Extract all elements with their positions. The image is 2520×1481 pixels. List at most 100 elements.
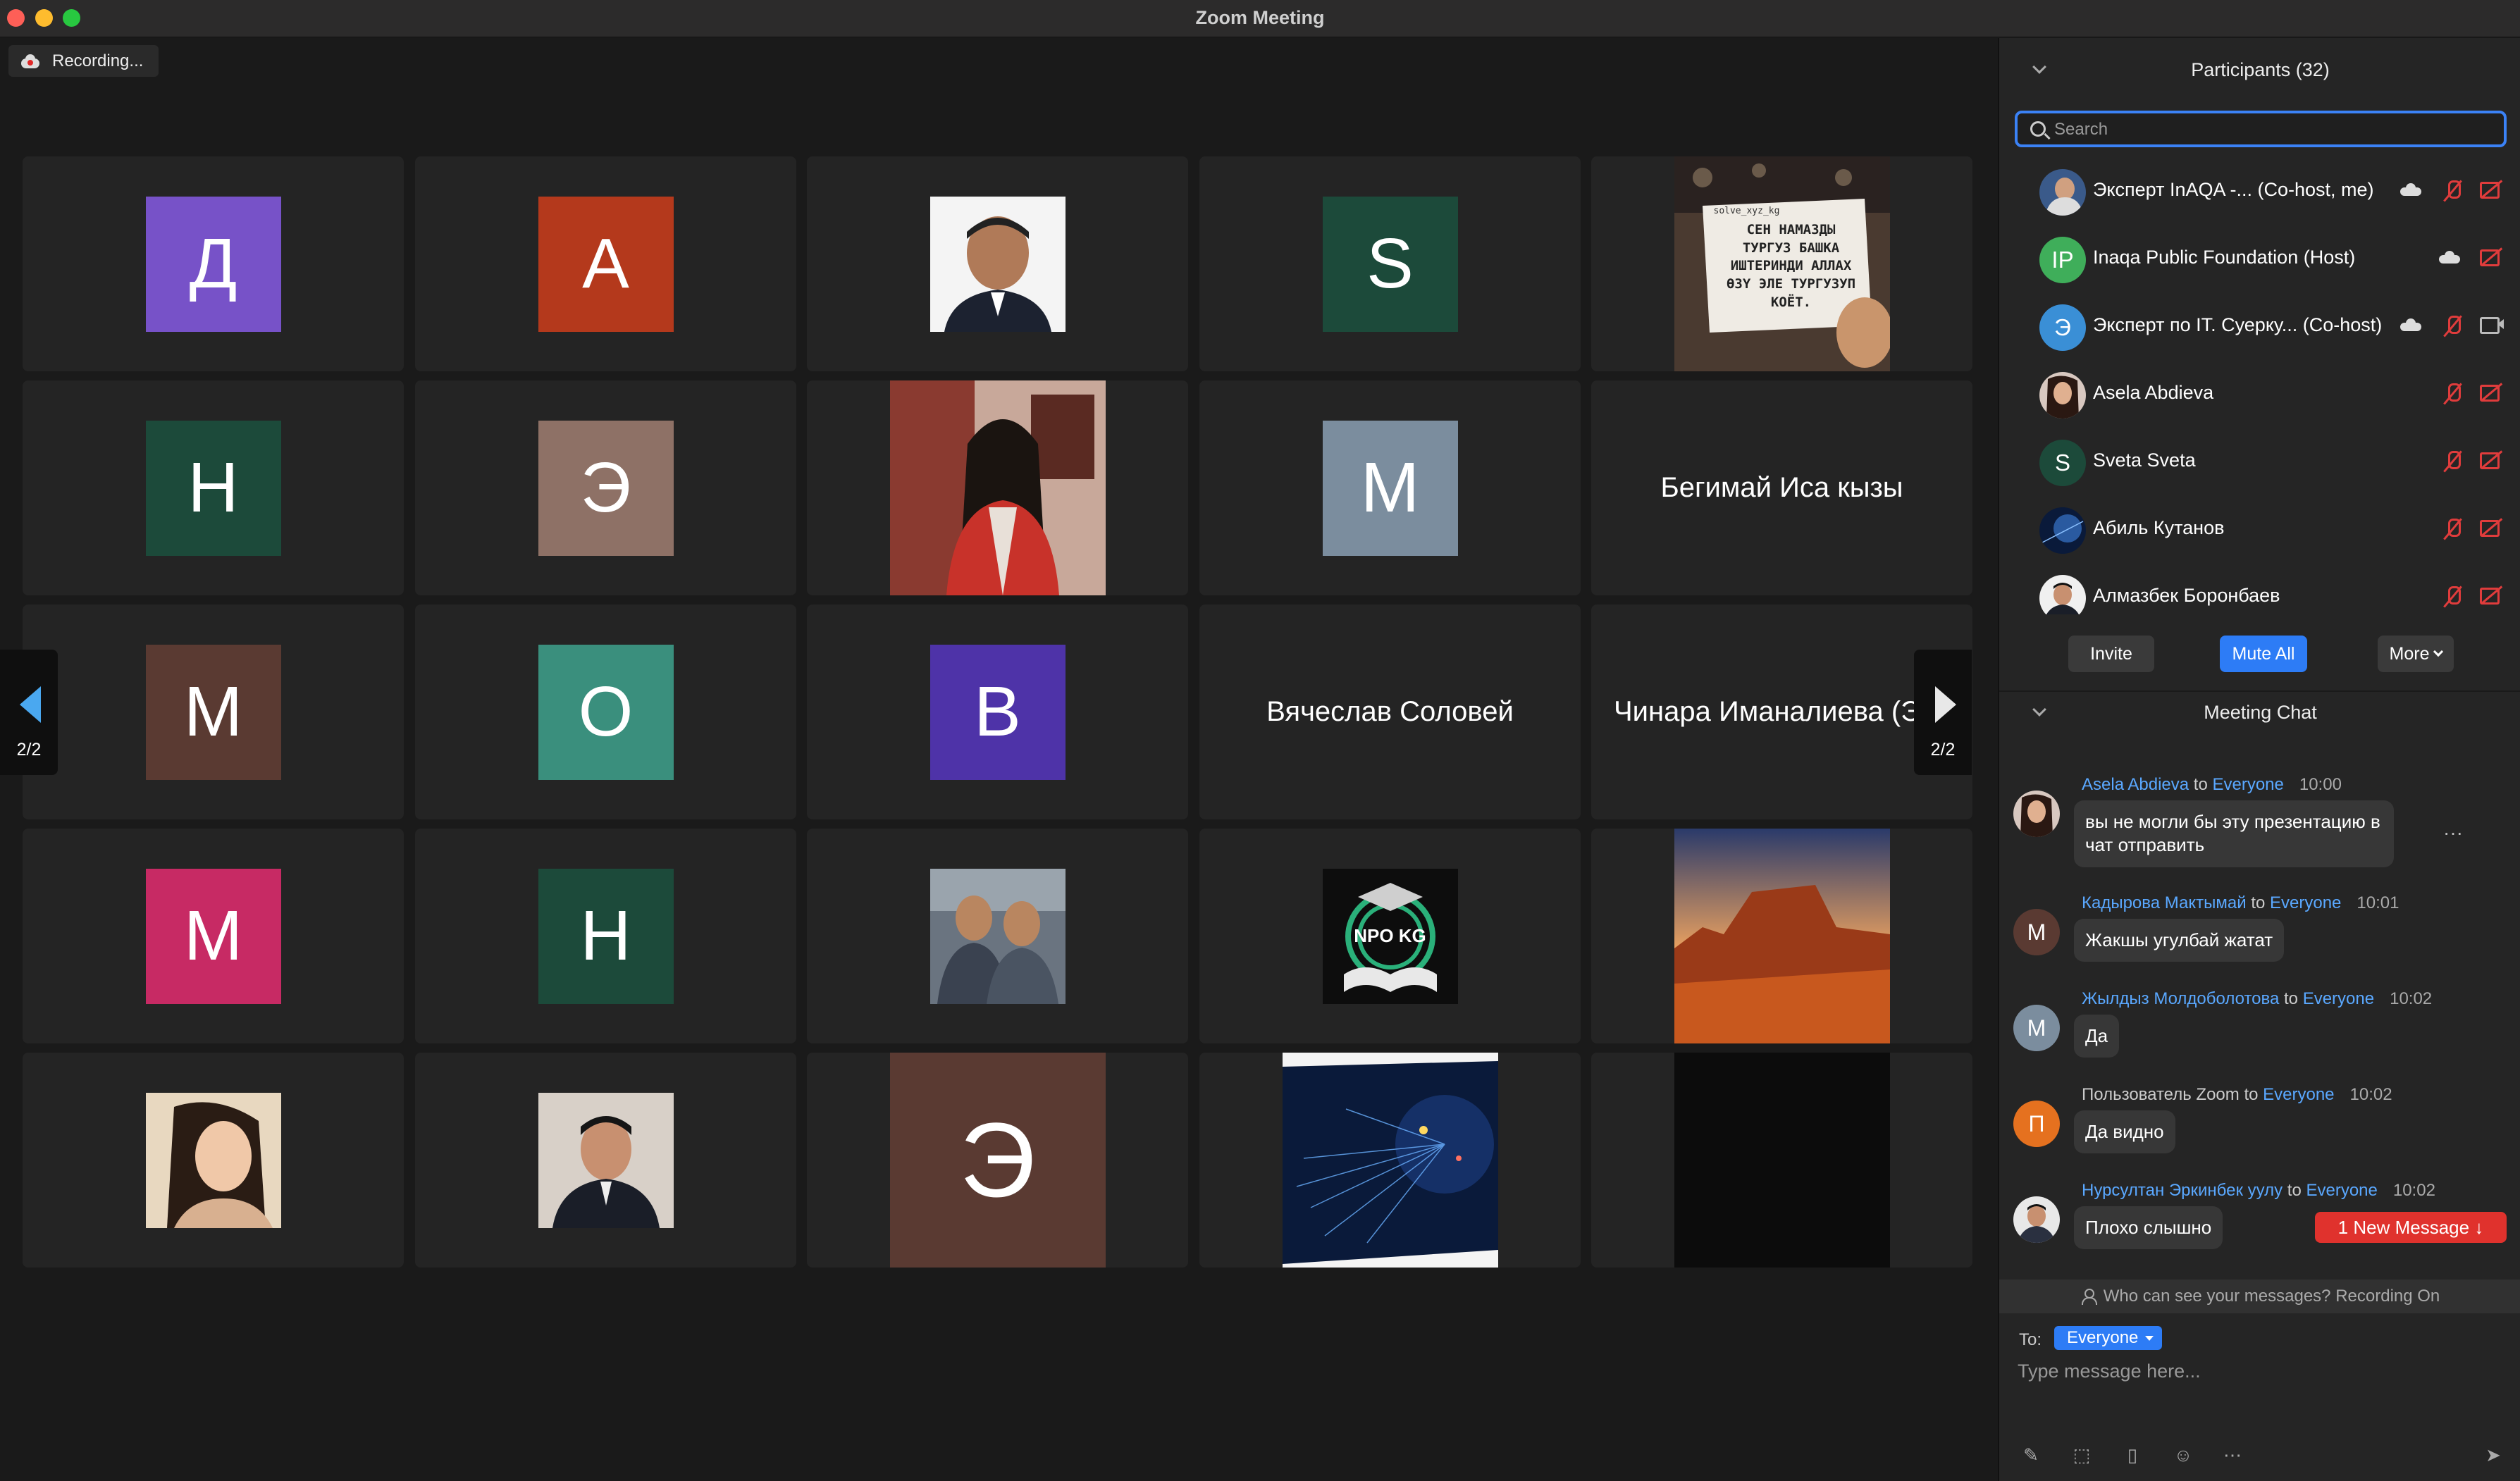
screenshot-icon[interactable]: ⬚ <box>2071 1444 2092 1465</box>
new-message-button[interactable]: 1 New Message ↓ <box>2315 1212 2507 1243</box>
message-bubble[interactable]: Плохо слышно <box>2074 1206 2223 1250</box>
video-tile[interactable]: A <box>415 156 796 371</box>
message-to-word: to <box>2244 1085 2259 1104</box>
message-recipient: Everyone <box>2306 1181 2378 1200</box>
video-tile[interactable] <box>1199 1053 1581 1268</box>
video-tile[interactable]: B <box>807 605 1188 819</box>
message-sender[interactable]: Жылдыз Молдоболотова <box>2082 989 2279 1008</box>
video-tile[interactable] <box>807 156 1188 371</box>
video-tile[interactable]: M <box>1199 380 1581 595</box>
file-icon[interactable]: ▯ <box>2122 1444 2143 1465</box>
video-tile[interactable]: Э <box>415 380 796 595</box>
video-off-icon[interactable] <box>2480 517 2504 537</box>
participant-avatar: Э <box>889 1053 1106 1268</box>
message-sender[interactable]: Нурсултан Эркинбек уулу <box>2082 1181 2283 1200</box>
mic-muted-icon[interactable] <box>2442 517 2463 540</box>
video-off-icon[interactable] <box>2480 450 2504 469</box>
participant-row[interactable]: Asela Abdieva <box>1999 359 2520 427</box>
more-button[interactable]: More <box>2378 636 2454 672</box>
mic-muted-icon[interactable] <box>2442 179 2463 202</box>
mic-muted-icon[interactable] <box>2442 450 2463 472</box>
participant-name: Эксперт InAQA -... (Co-host, me) <box>2093 179 2374 200</box>
video-tile[interactable] <box>807 829 1188 1043</box>
video-off-icon[interactable] <box>2480 179 2504 199</box>
participant-photo <box>929 196 1066 332</box>
format-text-icon[interactable]: ✎ <box>2020 1444 2042 1465</box>
invite-button[interactable]: Invite <box>2068 636 2154 672</box>
participant-photo <box>1674 829 1890 1043</box>
video-tile[interactable] <box>23 1053 404 1268</box>
gallery-grid: Д A S solve_xyz_kg СЕН НАМАЗДЫ ТУРГУЗ БА… <box>23 156 1975 1307</box>
message-sender[interactable]: Пользователь Zoom <box>2082 1085 2240 1104</box>
npo-kg-text: NPO KG <box>1354 925 1426 946</box>
video-tile[interactable] <box>1591 1053 1972 1268</box>
participant-avatar: Э <box>2039 304 2086 351</box>
video-off-icon[interactable] <box>2480 585 2504 605</box>
video-tile[interactable]: O <box>415 605 796 819</box>
participant-row[interactable]: Э Эксперт по IT. Суерку... (Co-host) <box>1999 292 2520 359</box>
send-icon[interactable]: ➤ <box>2483 1444 2504 1465</box>
participant-photo <box>145 1092 281 1228</box>
previous-page-button[interactable]: 2/2 <box>0 650 58 775</box>
participant-name: Inaqa Public Foundation (Host) <box>2093 247 2356 268</box>
message-bubble[interactable]: Да видно <box>2074 1110 2175 1154</box>
chat-header: Meeting Chat <box>2204 702 2317 723</box>
video-off-icon[interactable] <box>2480 382 2504 402</box>
message-bubble[interactable]: вы не могли бы эту презентацию в чат отп… <box>2074 800 2394 867</box>
arrow-right-icon <box>1935 686 1956 723</box>
message-to-word: to <box>2251 893 2266 912</box>
video-tile[interactable]: Бегимай Иса кызы <box>1591 380 1972 595</box>
message-to-word: to <box>2284 989 2299 1008</box>
message-sender[interactable]: Кадырова Мактымай <box>2082 893 2247 912</box>
message-more-options-button[interactable]: ··· <box>2443 822 2463 844</box>
participant-name: Sveta Sveta <box>2093 450 2196 471</box>
more-tools-icon[interactable]: ⋯ <box>2222 1444 2243 1465</box>
mic-muted-icon[interactable] <box>2442 314 2463 337</box>
mic-muted-icon[interactable] <box>2442 382 2463 404</box>
recipient-dropdown[interactable]: Everyone <box>2054 1326 2163 1350</box>
video-off-icon[interactable] <box>2480 247 2504 266</box>
participant-row[interactable]: Абиль Кутанов <box>1999 495 2520 562</box>
quote-handle: solve_xyz_kg <box>1713 206 1780 216</box>
participant-avatar <box>2039 507 2086 554</box>
video-tile[interactable]: H <box>415 829 796 1043</box>
message-bubble[interactable]: Жакшы угулбай жатат <box>2074 919 2285 962</box>
participant-row[interactable]: S Sveta Sveta <box>1999 427 2520 495</box>
cloud-recording-icon <box>2439 251 2460 264</box>
message-time: 10:02 <box>2349 1085 2392 1104</box>
mic-muted-icon[interactable] <box>2442 585 2463 607</box>
video-tile[interactable] <box>415 1053 796 1268</box>
participant-search-box[interactable] <box>2015 111 2507 147</box>
chat-privacy-notice[interactable]: Who can see your messages? Recording On <box>1999 1279 2520 1313</box>
next-page-button[interactable]: 2/2 <box>1914 650 1972 775</box>
video-tile[interactable]: solve_xyz_kg СЕН НАМАЗДЫ ТУРГУЗ БАШКА ИШ… <box>1591 156 1972 371</box>
participant-photo <box>889 380 1106 595</box>
video-tile[interactable]: H <box>23 380 404 595</box>
page-indicator: 2/2 <box>1930 740 1956 760</box>
participant-row[interactable]: Алмазбек Боронбаев <box>1999 562 2520 614</box>
video-tile[interactable]: Э <box>807 1053 1188 1268</box>
video-tile[interactable]: S <box>1199 156 1581 371</box>
video-tile[interactable]: Вячеслав Соловей <box>1199 605 1581 819</box>
participant-row[interactable]: Эксперт InAQA -... (Co-host, me) <box>1999 156 2520 224</box>
message-time: 10:00 <box>2299 775 2342 794</box>
message-recipient: Everyone <box>2263 1085 2335 1104</box>
more-label: More <box>2389 643 2430 664</box>
video-tile[interactable]: M <box>23 829 404 1043</box>
message-input[interactable] <box>2018 1357 2497 1385</box>
recording-indicator[interactable]: Recording... <box>8 45 159 77</box>
participants-list: Эксперт InAQA -... (Co-host, me) IP Inaq… <box>1999 156 2520 614</box>
message-bubble[interactable]: Да <box>2074 1015 2120 1058</box>
video-tile[interactable] <box>1591 829 1972 1043</box>
participant-row[interactable]: IP Inaqa Public Foundation (Host) <box>1999 224 2520 292</box>
video-tile[interactable]: NPO KG <box>1199 829 1581 1043</box>
participant-search-input[interactable] <box>2054 118 2491 142</box>
emoji-icon[interactable]: ☺ <box>2173 1444 2194 1465</box>
video-tile[interactable]: M <box>23 605 404 819</box>
to-label: To: <box>2019 1330 2042 1349</box>
mute-all-button[interactable]: Mute All <box>2220 636 2307 672</box>
video-tile[interactable] <box>807 380 1188 595</box>
video-tile[interactable]: Д <box>23 156 404 371</box>
message-sender[interactable]: Asela Abdieva <box>2082 775 2189 794</box>
video-on-icon[interactable] <box>2480 314 2504 334</box>
